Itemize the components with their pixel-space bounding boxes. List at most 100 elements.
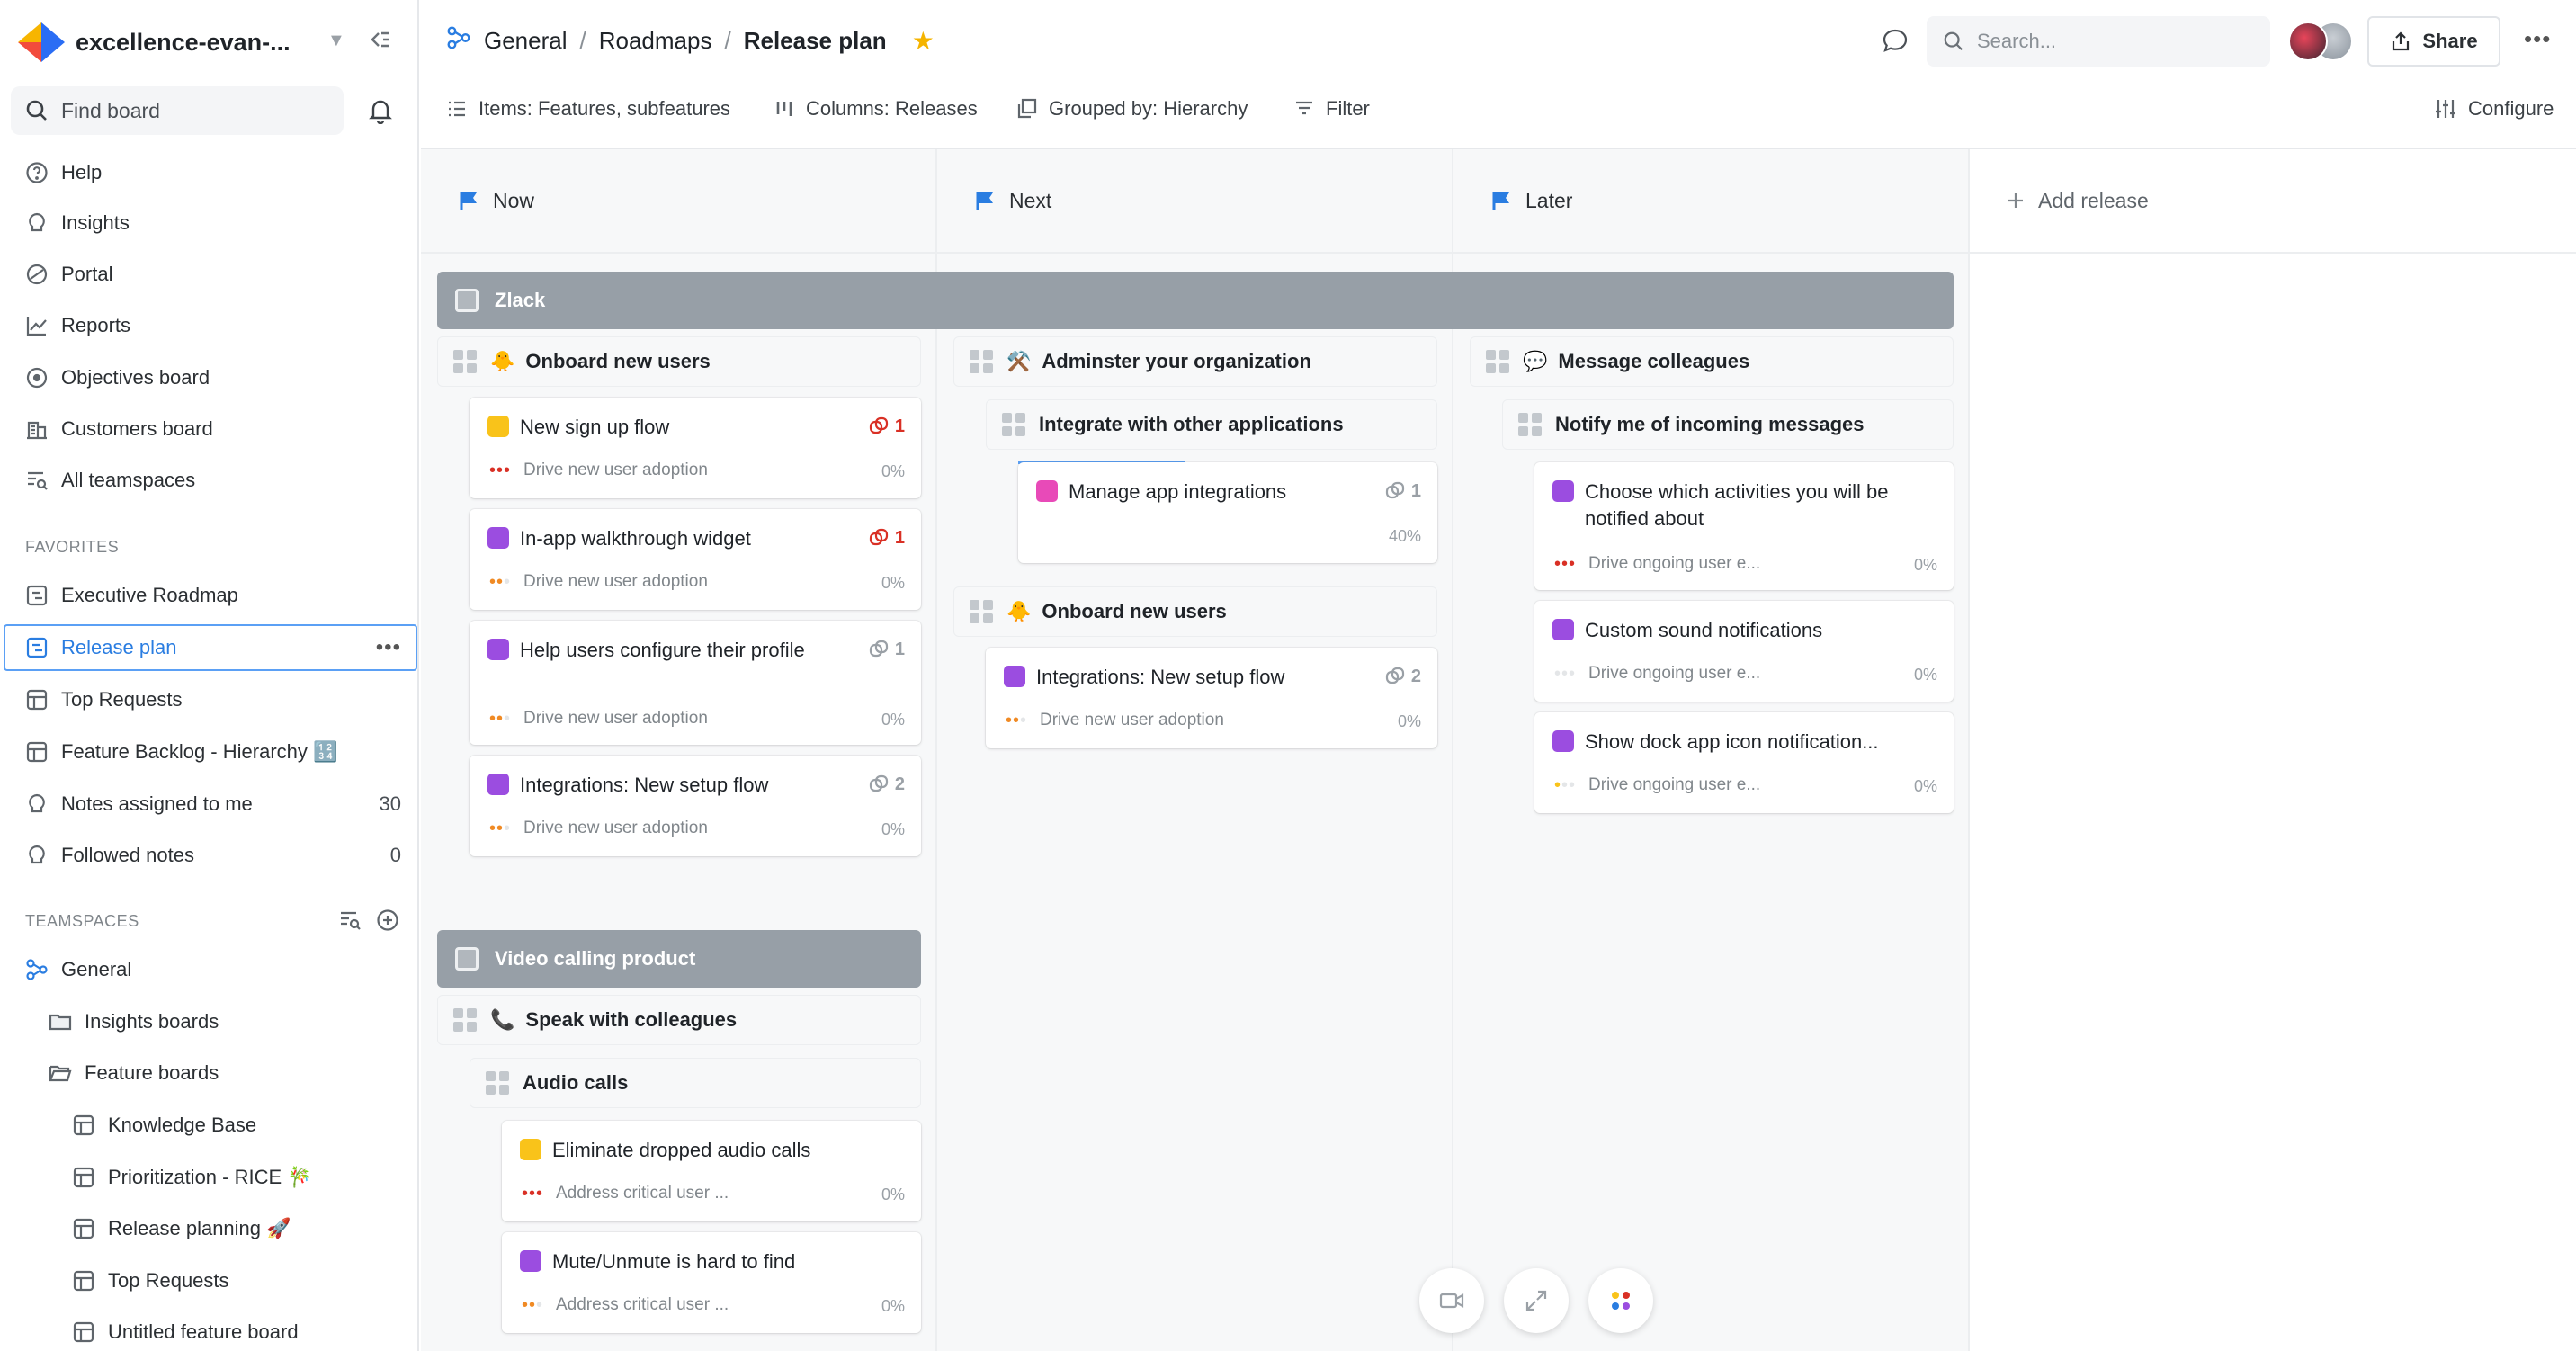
column-header-later[interactable]: Later — [1453, 149, 1970, 254]
sidebar-item-followed-notes[interactable]: Followed notes 0 — [0, 832, 419, 879]
apps-button[interactable] — [1588, 1268, 1653, 1333]
workspace-switcher[interactable]: excellence-evan-... ▼ — [18, 20, 405, 65]
sidebar-item-portal[interactable]: Portal — [0, 251, 419, 298]
sidebar-item-top-requests[interactable]: Top Requests — [0, 676, 419, 723]
feature-status-icon — [520, 1139, 541, 1160]
teamspaces-heading: TEAMSPACES — [25, 912, 139, 930]
feature-card[interactable]: Show dock app icon notification... ••• Dr… — [1534, 712, 1954, 813]
comment-icon[interactable] — [1882, 27, 1909, 58]
column-header-next[interactable]: Next — [937, 149, 1453, 254]
link-icon — [869, 640, 888, 658]
chick-icon: 🐥 — [1006, 600, 1032, 622]
sidebar-item-release-plan[interactable]: Release plan ••• — [4, 624, 417, 671]
fullscreen-button[interactable] — [1504, 1268, 1569, 1333]
sidebar-item-insights-boards[interactable]: Insights boards — [0, 998, 419, 1045]
video-button[interactable] — [1419, 1268, 1484, 1333]
configure-button[interactable]: Configure — [2434, 97, 2554, 121]
objective: ••• Drive ongoing user e... — [1554, 664, 1761, 684]
sidebar-item-objectives-board[interactable]: Objectives board — [0, 354, 419, 401]
links-count[interactable]: 1 — [868, 416, 905, 437]
link-icon — [869, 416, 888, 434]
filter-button[interactable]: Filter — [1293, 97, 1370, 121]
feature-card[interactable]: New sign up flow 1 ••• Drive new user ado… — [470, 398, 921, 498]
group-header-zlack[interactable]: Zlack — [437, 272, 1954, 329]
group-header-video-calling-product[interactable]: Video calling product — [437, 930, 921, 988]
find-board-input[interactable]: Find board — [11, 86, 344, 135]
sidebar-item-prioritization-rice[interactable]: Prioritization - RICE 🎋 — [0, 1154, 419, 1201]
share-button[interactable]: Share — [2367, 16, 2500, 67]
feature-card[interactable]: Integrations: New setup flow 2 ••• Drive … — [470, 756, 921, 856]
sidebar-item-release-planning[interactable]: Release planning 🚀 — [0, 1205, 419, 1252]
column-header-now[interactable]: Now — [421, 149, 937, 254]
sidebar-item-label: Release plan — [61, 636, 177, 658]
links-count[interactable]: 2 — [868, 774, 905, 795]
component-integrate-with-other-applications[interactable]: Integrate with other applications — [986, 399, 1437, 450]
add-teamspace-icon[interactable] — [376, 908, 399, 936]
feature-card[interactable]: Eliminate dropped audio calls ••• Address… — [502, 1121, 921, 1221]
apps-icon — [1612, 1292, 1630, 1310]
feature-status-icon — [1004, 666, 1025, 687]
sidebar-item-notes-assigned[interactable]: Notes assigned to me 30 — [0, 781, 419, 828]
roadmap-icon — [25, 584, 49, 607]
links-count[interactable]: 2 — [1384, 666, 1421, 687]
links-count[interactable]: 1 — [1384, 480, 1421, 502]
sidebar-item-help[interactable]: Help — [0, 149, 419, 196]
star-icon[interactable]: ★ — [912, 26, 935, 56]
search-teamspaces-icon[interactable] — [338, 908, 362, 936]
component-title: Message colleagues — [1558, 350, 1750, 372]
more-options-icon[interactable]: ••• — [2524, 25, 2551, 53]
search-input[interactable]: Search... — [1927, 16, 2270, 67]
component-audio-calls[interactable]: Audio calls — [470, 1058, 921, 1108]
component-message-colleagues[interactable]: 💬 Message colleagues — [1470, 336, 1954, 387]
links-count[interactable]: 1 — [868, 639, 905, 660]
sidebar-item-general[interactable]: General — [0, 946, 419, 993]
grouped-label: Grouped by: Hierarchy — [1049, 97, 1248, 120]
component-adminster-your-organization[interactable]: ⚒️ Adminster your organization — [953, 336, 1437, 387]
feature-card[interactable]: Choose which activities you will be noti… — [1534, 462, 1954, 590]
sidebar-item-feature-backlog[interactable]: Feature Backlog - Hierarchy 🔢 — [0, 729, 419, 775]
sidebar-item-all-teamspaces[interactable]: All teamspaces — [0, 457, 419, 504]
feature-card[interactable]: Manage app integrations 1 40% — [1018, 462, 1437, 563]
component-notify-me[interactable]: Notify me of incoming messages — [1502, 399, 1954, 450]
chevron-down-icon[interactable]: ▼ — [327, 31, 345, 51]
feature-card[interactable]: Custom sound notifications ••• Drive ongo… — [1534, 601, 1954, 702]
sidebar-item-feature-boards[interactable]: Feature boards — [0, 1050, 419, 1096]
sidebar-item-reports[interactable]: Reports — [0, 302, 419, 349]
sidebar-item-label: Help — [61, 161, 103, 183]
component-icon — [453, 1008, 477, 1032]
links-count[interactable]: 1 — [868, 527, 905, 549]
component-onboard-new-users-2[interactable]: 🐥 Onboard new users — [953, 586, 1437, 637]
plus-icon — [2008, 193, 2023, 208]
feature-card[interactable]: Mute/Unmute is hard to find ••• Address c… — [502, 1232, 921, 1333]
priority-dots-icon: ••• — [489, 572, 512, 592]
lightbulb-icon — [25, 792, 49, 816]
feature-card[interactable]: In-app walkthrough widget 1 ••• Drive new… — [470, 509, 921, 610]
items-filter-button[interactable]: Items: Features, subfeatures — [446, 97, 730, 121]
feature-card[interactable]: Help users configure their profile 1 •••… — [470, 621, 921, 745]
table-icon — [25, 688, 49, 711]
component-onboard-new-users[interactable]: 🐥 Onboard new users — [437, 336, 921, 387]
more-options-icon[interactable]: ••• — [376, 635, 401, 660]
column-next — [937, 149, 1453, 1351]
sidebar-item-customers-board[interactable]: Customers board — [0, 406, 419, 452]
breadcrumb-general[interactable]: General — [484, 27, 568, 55]
columns-button[interactable]: Columns: Releases — [774, 97, 978, 121]
avatar-group[interactable] — [2288, 22, 2353, 61]
speech-bubble-icon: 💬 — [1523, 350, 1548, 372]
sidebar-item-executive-roadmap[interactable]: Executive Roadmap — [0, 572, 419, 619]
sidebar-item-untitled-feature-board[interactable]: Untitled feature board — [0, 1309, 419, 1351]
feature-card[interactable]: Integrations: New setup flow 2 ••• Drive … — [986, 648, 1437, 748]
grouped-by-button[interactable]: Grouped by: Hierarchy — [1015, 97, 1248, 121]
add-release-button[interactable]: Add release — [1970, 149, 2576, 254]
sidebar-item-top-requests-2[interactable]: Top Requests — [0, 1257, 419, 1304]
component-title: Notify me of incoming messages — [1555, 413, 1865, 435]
sidebar-item-insights[interactable]: Insights — [0, 200, 419, 246]
tools-icon: ⚒️ — [1006, 350, 1032, 372]
collapse-sidebar-icon[interactable] — [367, 27, 392, 57]
breadcrumb-roadmaps[interactable]: Roadmaps — [599, 27, 712, 55]
bell-icon[interactable] — [367, 97, 394, 129]
sidebar-item-knowledge-base[interactable]: Knowledge Base — [0, 1102, 419, 1149]
folder-open-icon — [49, 1061, 72, 1085]
feature-title: Integrations: New setup flow — [1036, 666, 1285, 688]
component-speak-with-colleagues[interactable]: 📞 Speak with colleagues — [437, 995, 921, 1045]
